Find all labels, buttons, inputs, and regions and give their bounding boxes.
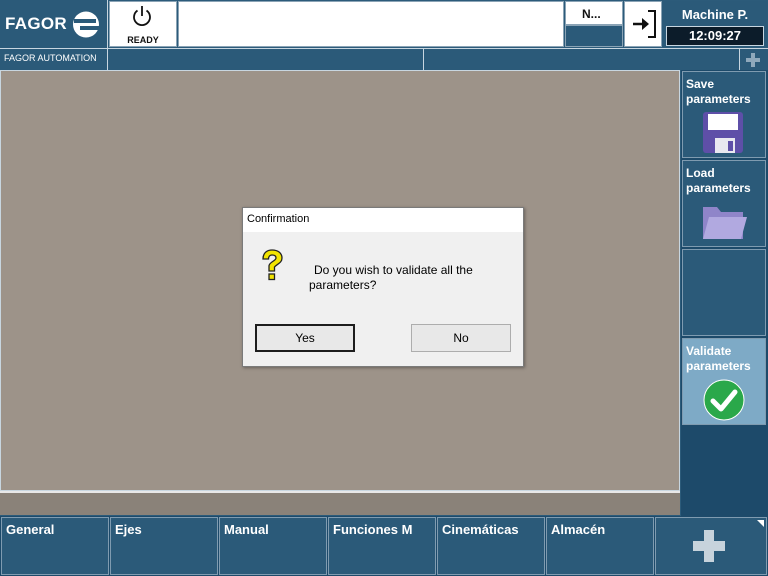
floppy-disk-icon bbox=[703, 112, 743, 153]
yes-button[interactable]: Yes bbox=[255, 324, 355, 352]
question-icon bbox=[262, 249, 283, 281]
softkey-empty[interactable] bbox=[682, 249, 766, 336]
cnc-screen: FAGOR FAGOR AUTOMATION READY N... Machin… bbox=[0, 0, 768, 576]
fagor-logo-icon bbox=[73, 11, 99, 38]
work-area-footer bbox=[0, 491, 680, 515]
enter-icon bbox=[633, 10, 656, 38]
no-button[interactable]: No bbox=[411, 324, 511, 352]
softkey-manual[interactable]: Manual bbox=[219, 517, 327, 575]
softkey-almacen[interactable]: Almacén bbox=[546, 517, 654, 575]
mode-title: Machine P. bbox=[681, 7, 749, 22]
status-segment bbox=[424, 49, 740, 70]
mode-short-text: N... bbox=[582, 7, 601, 21]
clock: 12:09:27 bbox=[666, 26, 764, 46]
confirmation-dialog: Confirmation Do you wish to validate all… bbox=[242, 207, 524, 367]
plus-icon bbox=[693, 530, 725, 562]
status-text: READY bbox=[127, 35, 159, 45]
softkey-label: Funciones M bbox=[333, 522, 413, 537]
vertical-softkeys: Save parameters Load parameters Validate… bbox=[681, 70, 768, 516]
softkey-label: General bbox=[6, 522, 55, 537]
message-area bbox=[178, 1, 564, 47]
status-segment bbox=[108, 49, 424, 70]
softkey-general[interactable]: General bbox=[1, 517, 109, 575]
status-indicator: READY bbox=[109, 1, 177, 47]
dialog-title: Confirmation bbox=[247, 213, 310, 225]
fagor-logo: FAGOR bbox=[0, 0, 108, 48]
mode-panel: Machine P. 12:09:27 bbox=[663, 1, 767, 47]
status-row bbox=[108, 48, 768, 70]
brand-name: FAGOR bbox=[5, 14, 67, 33]
mode-short-sub bbox=[565, 25, 623, 47]
softkey-more[interactable] bbox=[655, 517, 767, 575]
softkey-label: Ejes bbox=[115, 522, 142, 537]
plus-icon[interactable] bbox=[745, 52, 761, 68]
softkey-label: Validate parameters bbox=[686, 344, 751, 373]
brand-subtitle-row: FAGOR AUTOMATION bbox=[0, 48, 108, 70]
brand-subtitle: FAGOR AUTOMATION bbox=[4, 53, 97, 63]
check-icon bbox=[703, 379, 745, 421]
dialog-message: Do you wish to validate all the paramete… bbox=[309, 263, 473, 292]
softkey-cinematicas[interactable]: Cinemáticas bbox=[437, 517, 545, 575]
dialog-titlebar[interactable]: Confirmation bbox=[243, 208, 523, 232]
power-icon bbox=[133, 6, 151, 27]
softkey-load-parameters[interactable]: Load parameters bbox=[682, 160, 766, 247]
softkey-funciones-m[interactable]: Funciones M bbox=[328, 517, 436, 575]
mode-short-box: N... bbox=[565, 1, 623, 25]
folder-icon bbox=[703, 207, 747, 239]
enter-button[interactable] bbox=[624, 1, 662, 47]
softkey-label: Cinemáticas bbox=[442, 522, 519, 537]
softkey-label: Almacén bbox=[551, 522, 606, 537]
softkey-label: Load parameters bbox=[686, 166, 751, 195]
horizontal-softkeys: General Ejes Manual Funciones M Cinemáti… bbox=[0, 516, 768, 576]
softkey-validate-parameters[interactable]: Validate parameters bbox=[682, 338, 766, 425]
softkey-ejes[interactable]: Ejes bbox=[110, 517, 218, 575]
softkey-label: Manual bbox=[224, 522, 269, 537]
softkey-label: Save parameters bbox=[686, 77, 751, 106]
softkey-save-parameters[interactable]: Save parameters bbox=[682, 71, 766, 158]
corner-marker bbox=[757, 520, 764, 527]
